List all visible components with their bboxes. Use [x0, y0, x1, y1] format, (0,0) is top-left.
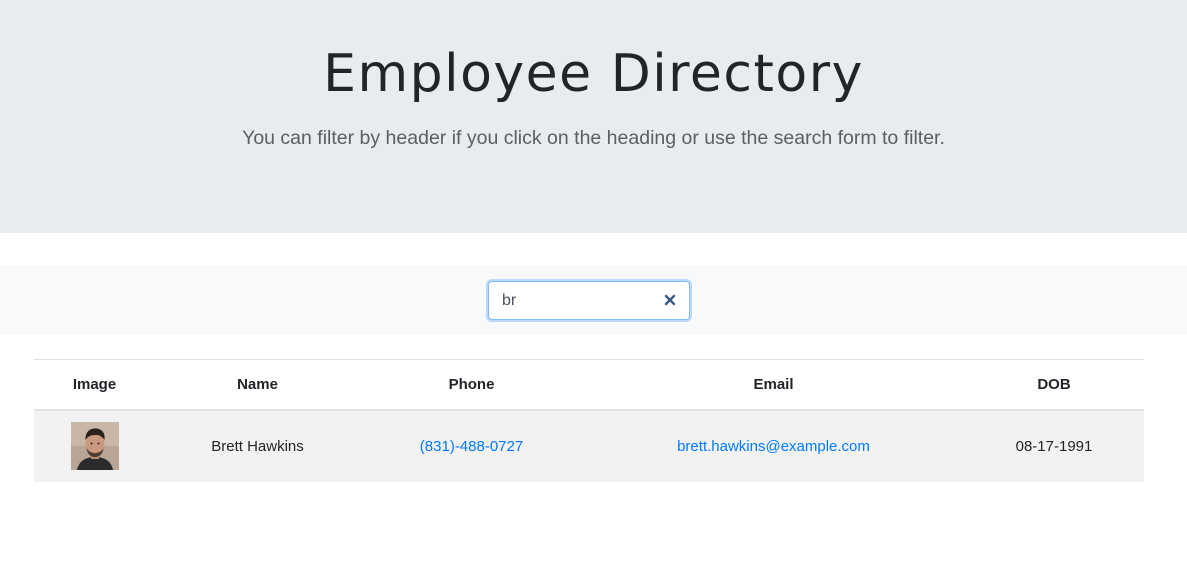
- cell-phone: (831)-488-0727: [360, 410, 583, 482]
- column-header-name[interactable]: Name: [155, 359, 360, 411]
- table-header-row: Image Name Phone Email DOB: [34, 359, 1144, 411]
- page-subtitle: You can filter by header if you click on…: [242, 127, 945, 149]
- email-link[interactable]: brett.hawkins@example.com: [677, 438, 870, 455]
- close-icon[interactable]: [663, 293, 677, 307]
- column-header-email[interactable]: Email: [583, 359, 964, 411]
- page-title: Employee Directory: [323, 44, 864, 104]
- employee-table-container: Image Name Phone Email DOB Brett Hawkins…: [34, 359, 1144, 482]
- search-bar: [0, 265, 1187, 335]
- employee-table: Image Name Phone Email DOB Brett Hawkins…: [34, 359, 1144, 482]
- column-header-image[interactable]: Image: [34, 359, 155, 411]
- table-row: Brett Hawkins (831)-488-0727 brett.hawki…: [34, 409, 1144, 482]
- phone-link[interactable]: (831)-488-0727: [420, 438, 523, 455]
- header-jumbotron: Employee Directory You can filter by hea…: [0, 0, 1187, 233]
- search-form: [488, 281, 690, 320]
- avatar: [70, 422, 119, 470]
- cell-name: Brett Hawkins: [211, 437, 304, 455]
- column-header-phone[interactable]: Phone: [360, 359, 583, 411]
- column-header-dob[interactable]: DOB: [964, 359, 1144, 411]
- cell-email: brett.hawkins@example.com: [583, 410, 964, 482]
- cell-image: [34, 410, 155, 482]
- search-input[interactable]: [489, 282, 657, 319]
- cell-dob: 08-17-1991: [1015, 437, 1093, 455]
